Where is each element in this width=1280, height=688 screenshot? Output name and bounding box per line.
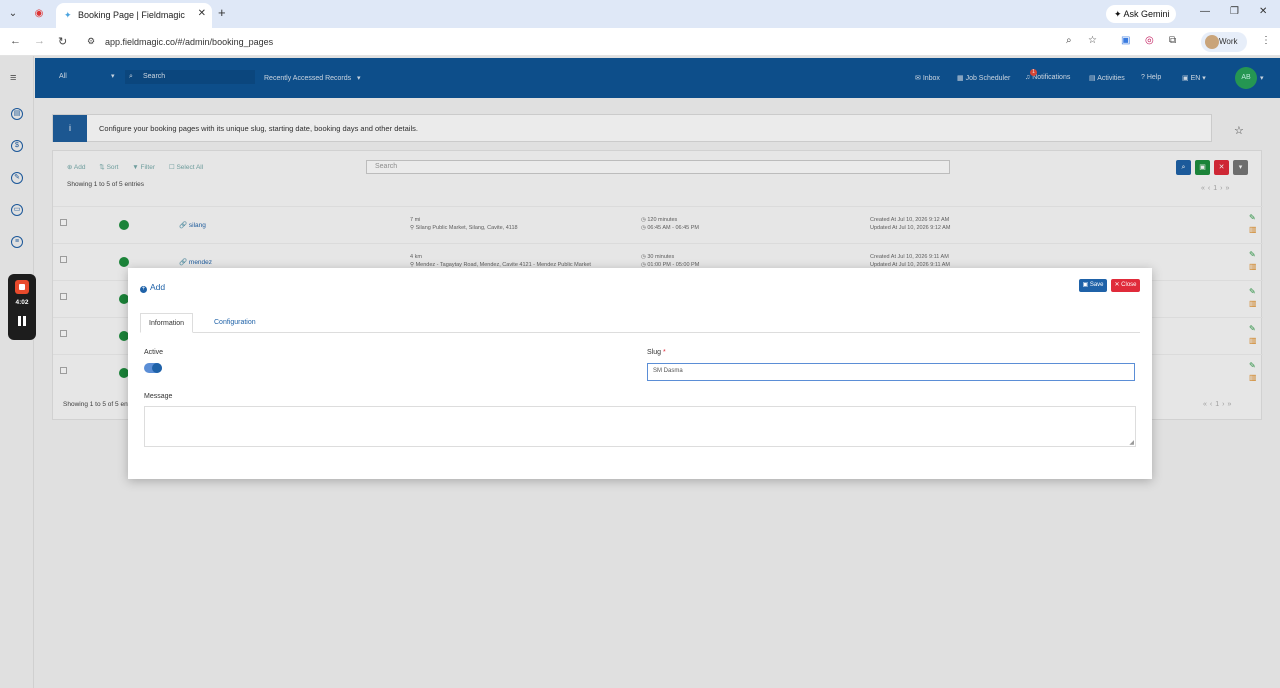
extensions-puzzle-icon[interactable]: ⧉ [1169, 35, 1176, 46]
browser-tab-active[interactable]: ✦ Booking Page | Fieldmagic ✕ [56, 3, 212, 28]
color-extension-icon[interactable]: ◎ [1145, 35, 1154, 46]
bookmark-star-icon[interactable]: ☆ [1088, 35, 1097, 46]
new-tab-icon[interactable]: + [218, 5, 226, 20]
slug-label-text: Slug [647, 349, 662, 356]
close-label: Close [1121, 282, 1137, 288]
close-tab-icon[interactable]: ✕ [198, 8, 206, 19]
active-label: Active [144, 349, 164, 356]
back-icon[interactable]: ← [10, 35, 21, 47]
ask-gemini-label: Ask Gemini [1123, 9, 1170, 19]
url-box[interactable]: ⚙ app.fieldmagic.co/#/admin/booking_page… [80, 31, 1110, 53]
modal-title-text: Add [150, 282, 166, 292]
zoom-icon[interactable]: ⌕ [1066, 35, 1072, 46]
tab-title: Booking Page | Fieldmagic [78, 10, 185, 20]
resize-grip-icon[interactable]: ◢ [1129, 439, 1134, 446]
slug-label: Slug * [647, 349, 666, 356]
active-toggle[interactable] [144, 363, 162, 373]
site-settings-icon[interactable]: ⚙ [87, 36, 95, 47]
message-label: Message [144, 393, 173, 400]
minimize-icon[interactable]: — [1200, 6, 1210, 17]
add-booking-page-modal: + Add ▣ Save ✕ Close Information Configur… [128, 268, 1152, 479]
restore-icon[interactable]: ❐ [1230, 6, 1239, 17]
tab-configuration[interactable]: Configuration [206, 313, 264, 333]
browser-tab-bar: ⌄ ◉ ✦ Booking Page | Fieldmagic ✕ + ✦ As… [0, 0, 1280, 28]
tab-search-chevron-icon[interactable]: ⌄ [4, 5, 22, 23]
fieldmagic-favicon-icon: ✦ [64, 10, 72, 20]
url-text[interactable]: app.fieldmagic.co/#/admin/booking_pages [105, 37, 273, 47]
profile-button[interactable]: Work [1201, 32, 1247, 52]
reload-icon[interactable]: ↻ [58, 35, 67, 48]
stop-recording-button[interactable] [15, 280, 29, 294]
pause-icon[interactable] [17, 316, 27, 326]
forward-icon[interactable]: → [34, 35, 45, 47]
required-asterisk: * [662, 349, 666, 356]
screen-recorder-widget: 4:02 [8, 274, 36, 340]
profile-avatar [1205, 35, 1219, 49]
browser-menu-icon[interactable]: ⋮ [1261, 35, 1271, 46]
recording-time: 4:02 [15, 299, 29, 306]
plus-circle-icon: + [140, 286, 147, 293]
close-window-icon[interactable]: ✕ [1259, 6, 1267, 17]
profile-label: Work [1219, 37, 1238, 46]
modal-tabs: Information Configuration [140, 313, 1140, 333]
slug-input[interactable]: SM Dasma [647, 363, 1135, 381]
modal-title: + Add [140, 282, 165, 293]
save-label: Save [1089, 282, 1104, 288]
address-bar-row: ← → ↻ ⚙ app.fieldmagic.co/#/admin/bookin… [0, 28, 1280, 56]
recording-icon[interactable]: ◉ [30, 5, 48, 23]
close-button[interactable]: ✕ Close [1111, 279, 1140, 292]
ask-gemini-button[interactable]: ✦ Ask Gemini [1106, 5, 1176, 23]
save-button[interactable]: ▣ Save [1079, 279, 1107, 292]
message-textarea[interactable]: ◢ [144, 406, 1136, 447]
extension-icon[interactable]: ▣ [1121, 35, 1130, 46]
tab-information[interactable]: Information [140, 313, 194, 333]
